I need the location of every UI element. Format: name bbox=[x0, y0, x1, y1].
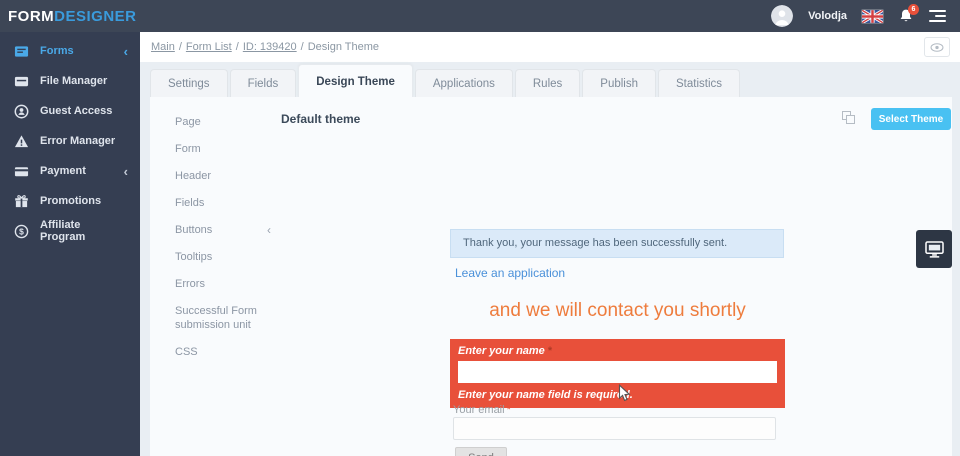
notification-badge: 6 bbox=[908, 4, 919, 15]
breadcrumb-link-main[interactable]: Main bbox=[151, 41, 175, 53]
language-flag-icon[interactable] bbox=[862, 9, 883, 23]
theme-menu-item-tooltips[interactable]: Tooltips bbox=[175, 250, 271, 264]
sidebar-item-label: Payment bbox=[40, 165, 86, 177]
sidebar-item-label: Guest Access bbox=[40, 105, 113, 117]
required-asterisk: * bbox=[506, 404, 511, 416]
theme-menu-item-form[interactable]: Form bbox=[175, 142, 271, 156]
affiliate-program-icon: $ bbox=[14, 224, 29, 239]
notifications-button[interactable]: 6 bbox=[898, 4, 919, 24]
menu-toggle-button[interactable] bbox=[929, 10, 946, 22]
theme-menu-item-buttons[interactable]: Buttons ‹ bbox=[175, 223, 271, 237]
sidebar-item-label: Affiliate Program bbox=[40, 219, 86, 243]
logo-designer: DESIGNER bbox=[54, 7, 137, 25]
success-alert: Thank you, your message has been success… bbox=[450, 229, 784, 258]
email-input[interactable] bbox=[453, 417, 776, 440]
breadcrumb-separator: / bbox=[235, 41, 239, 53]
name-input[interactable] bbox=[458, 361, 777, 383]
tab-rules[interactable]: Rules bbox=[514, 69, 581, 98]
sidebar-nav: Forms ‹ File Manager Guest Access Error … bbox=[0, 32, 140, 456]
breadcrumb-current: Design Theme bbox=[307, 41, 380, 53]
sidebar-item-label: Promotions bbox=[40, 195, 102, 207]
email-field-label: Your email * bbox=[453, 404, 511, 416]
theme-menu-item-success-unit[interactable]: Successful Form submission unit bbox=[175, 304, 271, 332]
svg-text:$: $ bbox=[19, 226, 24, 236]
eye-icon bbox=[930, 42, 944, 52]
sidebar-item-label: Forms bbox=[40, 45, 74, 57]
avatar-person-icon bbox=[771, 5, 794, 27]
tab-design-theme[interactable]: Design Theme bbox=[298, 64, 413, 98]
tab-statistics[interactable]: Statistics bbox=[658, 69, 741, 98]
sidebar-item-affiliate-program[interactable]: $ Affiliate Program bbox=[0, 216, 140, 246]
app-logo: FORMDESIGNER bbox=[8, 8, 137, 25]
promotions-icon bbox=[14, 194, 29, 209]
sidebar-item-error-manager[interactable]: Error Manager bbox=[0, 126, 140, 156]
form-subtitle: and we will contact you shortly bbox=[489, 300, 746, 321]
theme-menu-item-page[interactable]: Page bbox=[175, 115, 271, 129]
tab-publish[interactable]: Publish bbox=[582, 69, 656, 98]
logo-form: FORM bbox=[8, 7, 55, 25]
breadcrumb-link-form-list[interactable]: Form List bbox=[186, 41, 232, 53]
leave-application-link[interactable]: Leave an application bbox=[455, 266, 565, 280]
sidebar-item-promotions[interactable]: Promotions bbox=[0, 186, 140, 216]
page-title: Default theme bbox=[281, 112, 361, 126]
name-field-label: Enter your name * bbox=[458, 345, 553, 357]
sidebar-item-guest-access[interactable]: Guest Access bbox=[0, 96, 140, 126]
topbar-actions: Volodja 6 bbox=[771, 4, 946, 27]
error-manager-icon bbox=[14, 134, 29, 149]
forms-icon bbox=[14, 44, 29, 59]
payment-icon bbox=[14, 164, 29, 179]
name-field-error-block: Enter your name * Enter your name field i… bbox=[450, 339, 785, 408]
breadcrumb: Main / Form List / ID: 139420 / Design T… bbox=[140, 32, 960, 62]
sidebar-item-file-manager[interactable]: File Manager bbox=[0, 66, 140, 96]
sidebar-item-forms[interactable]: Forms ‹ bbox=[0, 36, 140, 66]
preview-toggle-button[interactable] bbox=[924, 37, 950, 57]
tab-fields[interactable]: Fields bbox=[229, 69, 297, 98]
name-field-error-text: Enter your name field is required. bbox=[458, 389, 633, 401]
chevron-left-icon: ‹ bbox=[123, 163, 128, 179]
top-bar: FORMDESIGNER Volodja 6 bbox=[0, 0, 960, 32]
breadcrumb-separator: / bbox=[178, 41, 182, 53]
tab-applications[interactable]: Applications bbox=[414, 69, 513, 98]
theme-section-menu: Page Form Header Fields Buttons ‹ Tooltip… bbox=[175, 115, 271, 372]
file-manager-icon bbox=[14, 74, 29, 89]
chevron-left-icon: ‹ bbox=[267, 223, 271, 237]
required-asterisk: * bbox=[547, 345, 553, 357]
select-theme-button[interactable]: Select Theme bbox=[871, 108, 951, 130]
desktop-preview-button[interactable] bbox=[916, 230, 952, 268]
sidebar-item-label: Error Manager bbox=[40, 135, 116, 147]
chevron-left-icon: ‹ bbox=[123, 43, 128, 59]
sidebar-item-label: File Manager bbox=[40, 75, 108, 87]
theme-menu-item-css[interactable]: CSS bbox=[175, 345, 271, 359]
send-button[interactable]: Send bbox=[455, 447, 507, 456]
form-designer-app: FORMDESIGNER Volodja 6 Forms ‹ File Mana… bbox=[0, 0, 960, 456]
theme-menu-item-fields[interactable]: Fields bbox=[175, 196, 271, 210]
tab-bar: Settings Fields Design Theme Application… bbox=[150, 64, 742, 98]
theme-menu-item-errors[interactable]: Errors bbox=[175, 277, 271, 291]
breadcrumb-separator: / bbox=[300, 41, 304, 53]
monitor-icon bbox=[924, 240, 944, 258]
breadcrumb-link-form-id[interactable]: ID: 139420 bbox=[243, 41, 297, 53]
theme-menu-item-header[interactable]: Header bbox=[175, 169, 271, 183]
tab-settings[interactable]: Settings bbox=[150, 69, 228, 98]
guest-access-icon bbox=[14, 104, 29, 119]
user-avatar[interactable] bbox=[771, 5, 794, 27]
copy-theme-button[interactable] bbox=[842, 111, 857, 126]
sidebar-item-payment[interactable]: Payment ‹ bbox=[0, 156, 140, 186]
user-name[interactable]: Volodja bbox=[808, 10, 847, 22]
